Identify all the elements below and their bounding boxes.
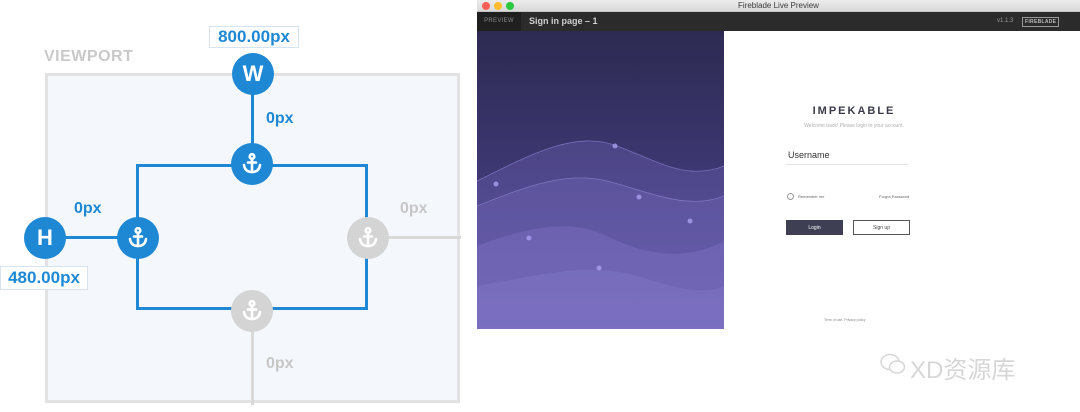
anchor-icon xyxy=(242,299,262,321)
height-connector-line xyxy=(62,236,122,239)
anchor-icon xyxy=(242,152,262,174)
document-title: Sign in page – 1 xyxy=(529,16,598,26)
bottom-connector-line xyxy=(251,330,254,405)
login-button[interactable]: Login xyxy=(786,220,843,235)
login-form: IMPEKABLE Welcome back! Please login to … xyxy=(724,31,1080,329)
right-connector-line xyxy=(387,236,461,239)
preview-toolbar: PREVIEW Sign in page – 1 v1.1.3 FIREBLAD… xyxy=(477,12,1080,31)
watermark-text: XD资源库 xyxy=(910,357,1016,384)
window-title: Fireblade Live Preview xyxy=(738,1,819,10)
anchor-icon xyxy=(358,226,378,248)
viewport-label: VIEWPORT xyxy=(44,48,134,65)
app-brand-title: IMPEKABLE xyxy=(812,105,896,117)
signup-button[interactable]: Sign up xyxy=(853,220,910,235)
window-titlebar: Fireblade Live Preview xyxy=(477,0,1080,12)
element-bounds xyxy=(136,164,368,310)
height-handle[interactable]: H xyxy=(24,217,66,259)
width-handle-letter: W xyxy=(242,61,264,86)
preview-window: Fireblade Live Preview PREVIEW Sign in p… xyxy=(477,0,1080,412)
wechat-logo xyxy=(880,353,906,374)
remember-me-label[interactable]: Remember me xyxy=(798,194,824,199)
terms-link[interactable]: Term of use. Privacy policy xyxy=(824,318,866,322)
width-handle[interactable]: W xyxy=(232,53,274,95)
width-connector-line xyxy=(251,90,254,146)
brand-logo: FIREBLADE xyxy=(1022,17,1060,27)
username-input[interactable] xyxy=(786,145,908,165)
height-value[interactable]: 480.00px xyxy=(0,266,88,290)
left-anchor-button[interactable] xyxy=(117,217,159,259)
screenshot-root: VIEWPORT 800.00px 480.00px 0px 0px 0px 0… xyxy=(0,0,1080,412)
version-label: v1.1.3 xyxy=(997,18,1014,24)
right-anchor-button[interactable] xyxy=(347,217,389,259)
top-anchor-button[interactable] xyxy=(231,143,273,185)
width-value[interactable]: 800.00px xyxy=(209,26,299,48)
right-offset-label: 0px xyxy=(400,200,428,217)
hero-illustration xyxy=(477,31,724,329)
bottom-offset-label: 0px xyxy=(266,355,294,372)
top-offset-label: 0px xyxy=(266,110,294,127)
constraints-diagram: VIEWPORT 800.00px 480.00px 0px 0px 0px 0… xyxy=(0,0,470,412)
wave-graphic xyxy=(477,140,724,329)
remember-me-radio[interactable] xyxy=(787,193,794,200)
left-offset-label: 0px xyxy=(74,200,102,217)
forgot-password-link[interactable]: Forgot Password xyxy=(879,194,909,199)
tab-preview[interactable]: PREVIEW xyxy=(477,12,521,31)
height-handle-letter: H xyxy=(37,225,53,250)
anchor-icon xyxy=(128,226,148,248)
bottom-anchor-button[interactable] xyxy=(231,290,273,332)
welcome-text: Welcome back! Please login to your accou… xyxy=(804,123,904,129)
